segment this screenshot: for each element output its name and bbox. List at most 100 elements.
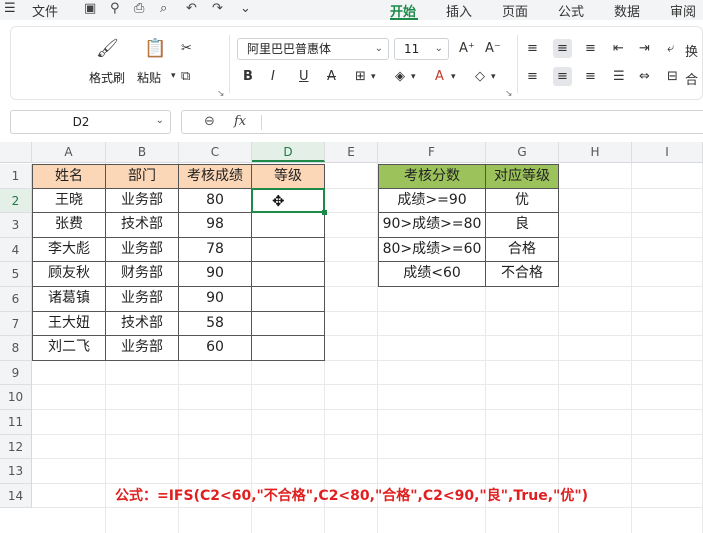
clipboard-launcher-icon[interactable]: ↘ — [217, 89, 225, 99]
paste-icon[interactable]: 📋 — [144, 38, 166, 59]
table-cell[interactable]: 78 — [179, 237, 252, 263]
table-cell[interactable]: 技术部 — [106, 213, 179, 238]
align-bottom-icon[interactable]: ≡ — [585, 41, 596, 56]
bold-button[interactable]: B — [243, 69, 253, 84]
row-header-4[interactable]: 4 — [0, 237, 32, 263]
table-cell[interactable]: 业务部 — [106, 237, 179, 263]
table-cell[interactable]: 90 — [179, 262, 252, 287]
paste-label[interactable]: 粘贴 — [137, 69, 161, 86]
lookup-header-cell[interactable]: 考核分数 — [378, 164, 486, 189]
wrap-text-label[interactable]: 换 — [685, 41, 698, 60]
merge-cells-label[interactable]: 合 — [685, 69, 698, 88]
row-header-3[interactable]: 3 — [0, 213, 32, 238]
chevron-down-icon[interactable]: ▾ — [451, 72, 456, 82]
table-cell[interactable]: 刘二飞 — [32, 336, 106, 361]
fx-icon[interactable]: fx — [234, 114, 246, 129]
formula-bar[interactable]: ⊖ fx — [181, 110, 703, 134]
tab-page[interactable]: 页面 — [502, 1, 528, 20]
format-painter-label[interactable]: 格式刷 — [89, 69, 125, 86]
table-cell[interactable]: 李大彪 — [32, 237, 106, 263]
justify-icon[interactable]: ☰ — [613, 69, 625, 84]
table-cell[interactable] — [252, 336, 325, 361]
row-header-2[interactable]: 2 — [0, 188, 32, 214]
font-launcher-icon[interactable]: ↘ — [505, 89, 513, 99]
tab-formulas[interactable]: 公式 — [558, 1, 584, 20]
align-left-icon[interactable]: ≡ — [527, 69, 538, 84]
redo-icon[interactable]: ↷ — [212, 1, 223, 16]
file-menu[interactable]: 文件 — [32, 1, 58, 20]
table-cell[interactable]: 80 — [179, 188, 252, 214]
indent-decrease-icon[interactable]: ⇤ — [613, 41, 624, 56]
tab-insert[interactable]: 插入 — [446, 1, 472, 20]
italic-button[interactable]: I — [271, 69, 275, 84]
table-cell[interactable]: 王晓 — [32, 188, 106, 214]
table-cell[interactable] — [252, 287, 325, 312]
align-right-icon[interactable]: ≡ — [585, 69, 596, 84]
column-header-a[interactable]: A — [32, 142, 106, 164]
lookup-cell[interactable]: 90>成绩>=80 — [378, 213, 486, 238]
indent-increase-icon[interactable]: ⇥ — [639, 41, 650, 56]
chevron-down-icon[interactable]: ▾ — [491, 72, 496, 82]
table-cell[interactable]: 顾友秋 — [32, 262, 106, 287]
decrease-font-icon[interactable]: A⁻ — [485, 41, 501, 56]
row-header-10[interactable]: 10 — [0, 385, 32, 410]
zoom-icon[interactable]: ⊖ — [204, 114, 215, 129]
table-cell[interactable]: 58 — [179, 311, 252, 337]
increase-font-icon[interactable]: A⁺ — [459, 41, 475, 56]
column-header-c[interactable]: C — [179, 142, 252, 164]
table-header-cell[interactable]: 部门 — [106, 164, 179, 189]
table-cell[interactable] — [252, 311, 325, 337]
column-header-f[interactable]: F — [378, 142, 486, 164]
spreadsheet-grid[interactable]: A B C D E F G H I 1 2 3 4 5 6 7 8 9 10 11 12 13 14 姓名 部门 考核成绩 等级 王晓… — [0, 142, 703, 533]
merge-cells-icon[interactable]: ⊟ — [667, 69, 678, 84]
chevron-down-icon[interactable]: ⌄ — [240, 1, 251, 16]
table-header-cell[interactable]: 考核成绩 — [179, 164, 252, 189]
distribute-icon[interactable]: ⇔ — [639, 69, 650, 84]
table-cell[interactable]: 诸葛镇 — [32, 287, 106, 312]
chevron-down-icon[interactable]: ▾ — [371, 72, 376, 82]
copy-icon[interactable]: ⧉ — [181, 69, 190, 84]
row-header-11[interactable]: 11 — [0, 410, 32, 435]
fill-handle[interactable] — [322, 210, 327, 216]
row-header-1[interactable]: 1 — [0, 164, 32, 189]
row-header-12[interactable]: 12 — [0, 434, 32, 460]
table-cell[interactable]: 业务部 — [106, 188, 179, 214]
table-cell[interactable]: 98 — [179, 213, 252, 238]
column-header-d[interactable]: D — [252, 142, 325, 162]
row-header-7[interactable]: 7 — [0, 311, 32, 337]
wrap-text-icon[interactable]: ⤶ — [667, 41, 674, 56]
format-icon[interactable]: ⚲ — [110, 1, 120, 16]
lookup-header-cell[interactable]: 对应等级 — [486, 164, 559, 189]
underline-button[interactable]: U — [299, 69, 309, 84]
chevron-down-icon[interactable]: ⌄ — [156, 115, 164, 126]
name-box[interactable]: D2 ⌄ — [10, 110, 171, 134]
table-cell[interactable]: 业务部 — [106, 287, 179, 312]
row-header-5[interactable]: 5 — [0, 262, 32, 287]
lookup-cell[interactable]: 优 — [486, 188, 559, 214]
lookup-cell[interactable]: 成绩>=90 — [378, 188, 486, 214]
chevron-down-icon[interactable]: ▾ — [411, 72, 416, 82]
row-header-6[interactable]: 6 — [0, 287, 32, 312]
table-cell[interactable]: 王大妞 — [32, 311, 106, 337]
column-header-h[interactable]: H — [559, 142, 632, 164]
table-cell[interactable]: 90 — [179, 287, 252, 312]
table-cell[interactable]: 张费 — [32, 213, 106, 238]
select-all-corner[interactable] — [0, 142, 32, 163]
cut-icon[interactable]: ✂ — [181, 41, 192, 56]
row-header-13[interactable]: 13 — [0, 459, 32, 484]
table-cell[interactable] — [252, 213, 325, 238]
font-name-select[interactable]: 阿里巴巴普惠体 ⌄ — [237, 38, 389, 60]
table-cell[interactable] — [252, 237, 325, 263]
lookup-cell[interactable]: 不合格 — [486, 262, 559, 287]
column-header-g[interactable]: G — [486, 142, 559, 164]
lookup-cell[interactable]: 80>成绩>=60 — [378, 237, 486, 263]
undo-icon[interactable]: ↶ — [186, 1, 197, 16]
hamburger-icon[interactable]: ☰ — [4, 1, 16, 16]
column-header-i[interactable]: I — [632, 142, 703, 164]
border-icon[interactable]: ⊞ — [355, 69, 366, 84]
align-middle-icon[interactable]: ≡ — [553, 39, 572, 58]
format-painter-icon[interactable]: 🖌 — [96, 38, 119, 59]
paste-caret-icon[interactable]: ▾ — [171, 71, 176, 81]
table-cell[interactable] — [252, 262, 325, 287]
strikethrough-button[interactable]: A — [327, 69, 336, 84]
